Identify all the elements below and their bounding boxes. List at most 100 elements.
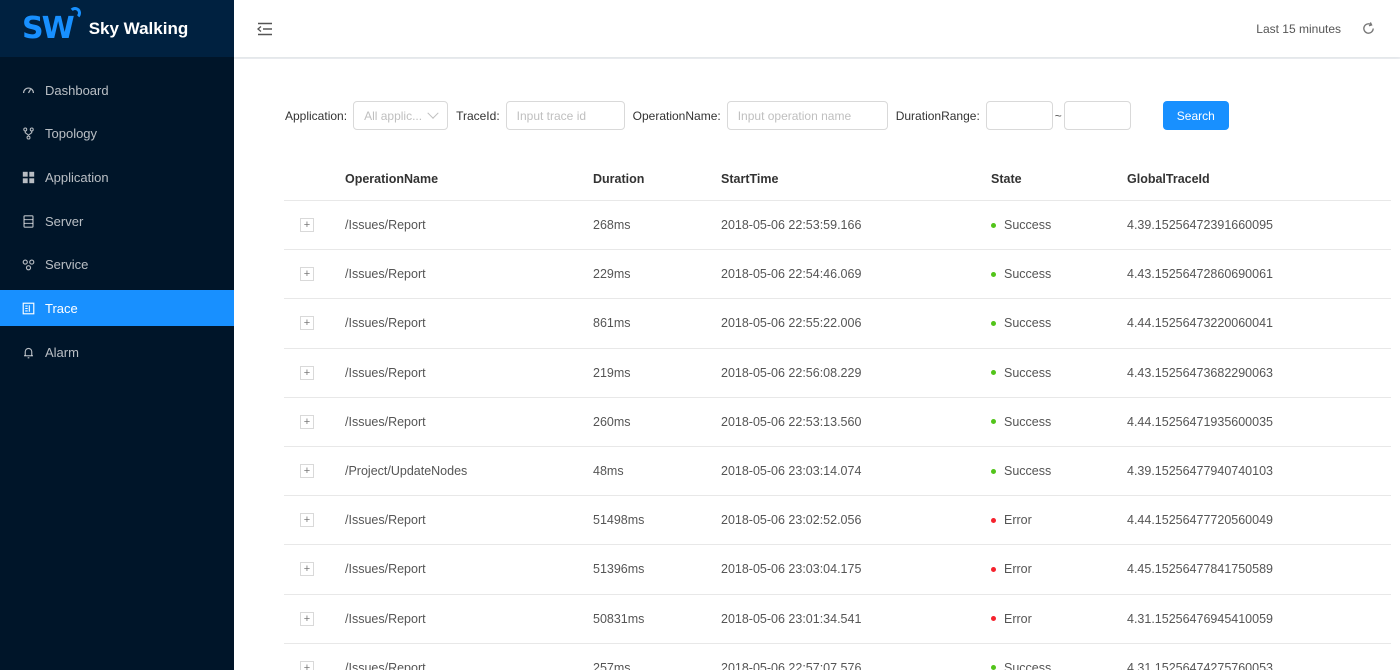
duration-cell: 260ms	[593, 414, 631, 429]
sidebar-item-server[interactable]: Server	[0, 203, 234, 239]
table-row[interactable]: + /Issues/Report 51498ms 2018-05-06 23:02:5…	[284, 496, 1391, 546]
state-label: Success	[1004, 414, 1052, 429]
state-cell: Success	[991, 464, 1127, 478]
global-trace-id-cell[interactable]: 4.45.15256477841750589	[1127, 562, 1391, 576]
sidebar-item-service[interactable]: Service	[0, 247, 234, 283]
global-trace-id-cell[interactable]: 4.44.15256477720560049	[1127, 513, 1391, 527]
expand-row-button[interactable]: +	[300, 316, 314, 331]
sidebar-item-application[interactable]: Application	[0, 159, 234, 195]
operation-name-cell[interactable]: /Issues/Report	[345, 661, 593, 670]
expand-row-button[interactable]: +	[300, 365, 314, 380]
state-label: Error	[1004, 611, 1032, 626]
table-row[interactable]: + /Issues/Report 861ms 2018-05-06 22:55:22.…	[284, 299, 1391, 349]
global-trace-id-cell[interactable]: 4.39.15256472391660095	[1127, 218, 1391, 232]
menu-fold-icon[interactable]	[256, 20, 274, 38]
duration-cell: 51396ms	[593, 562, 645, 577]
operation-name-cell[interactable]: /Issues/Report	[345, 612, 593, 626]
state-label: Success	[1004, 660, 1052, 670]
appstore-icon	[22, 171, 35, 184]
expand-row-button[interactable]: +	[300, 660, 314, 670]
table-row[interactable]: + /Issues/Report 260ms 2018-05-06 22:53:13.…	[284, 398, 1391, 447]
top-header: Last 15 minutes	[234, 0, 1400, 57]
global-trace-id-cell[interactable]: 4.43.15256472860690061	[1127, 267, 1391, 281]
operation-name-cell[interactable]: /Issues/Report	[345, 562, 593, 576]
start-time-cell: 2018-05-06 22:54:46.069	[721, 267, 862, 282]
start-time-cell: 2018-05-06 23:02:52.056	[721, 513, 862, 528]
traceid-input[interactable]	[505, 101, 625, 130]
duration-max-input[interactable]	[1063, 101, 1131, 130]
duration-cell: 229ms	[593, 267, 631, 282]
sidebar-item-label: Server	[45, 213, 84, 229]
duration-separator: ~	[1054, 108, 1062, 123]
operation-name-input[interactable]	[726, 101, 888, 130]
sidebar-item-alarm[interactable]: Alarm	[0, 334, 234, 370]
header-right: Last 15 minutes	[1256, 21, 1376, 36]
start-time-cell: 2018-05-06 23:03:04.175	[721, 562, 862, 577]
table-header: OperationName Duration StartTime State G…	[284, 157, 1391, 201]
table-row[interactable]: + /Issues/Report 51396ms 2018-05-06 23:03:0…	[284, 545, 1391, 595]
sidebar-item-dashboard[interactable]: Dashboard	[0, 72, 234, 108]
global-trace-id-cell[interactable]: 4.44.15256473220060041	[1127, 316, 1391, 330]
global-trace-id-cell[interactable]: 4.31.15256476945410059	[1127, 612, 1391, 626]
table-row[interactable]: + /Issues/Report 50831ms 2018-05-06 23:01:3…	[284, 595, 1391, 644]
state-label: Success	[1004, 365, 1052, 380]
bell-icon	[22, 346, 35, 359]
start-time-cell: 2018-05-06 22:56:08.229	[721, 365, 862, 380]
expand-row-button[interactable]: +	[300, 611, 314, 626]
operation-name-cell[interactable]: /Issues/Report	[345, 316, 593, 330]
state-label: Error	[1004, 562, 1032, 577]
global-trace-id-cell[interactable]: 4.44.15256471935600035	[1127, 415, 1391, 429]
table-row[interactable]: + /Issues/Report 229ms 2018-05-06 22:54:46.…	[284, 250, 1391, 300]
state-cell: Success	[991, 218, 1127, 232]
sidebar-item-label: Trace	[45, 300, 78, 316]
time-range-selector[interactable]: Last 15 minutes	[1256, 22, 1341, 36]
fork-icon	[22, 127, 35, 140]
table-row[interactable]: + /Issues/Report 268ms 2018-05-06 22:53:59.…	[284, 201, 1391, 251]
operation-name-cell[interactable]: /Issues/Report	[345, 366, 593, 380]
expand-row-button[interactable]: +	[300, 414, 314, 429]
logo-area[interactable]: SW Sky Walking	[0, 0, 234, 57]
main-content: Application: All applic... TraceId: Oper…	[234, 59, 1400, 670]
table-row[interactable]: + /Issues/Report 219ms 2018-05-06 22:56:08.…	[284, 349, 1391, 398]
global-trace-id-cell[interactable]: 4.31.15256474275760053	[1127, 661, 1391, 670]
state-label: Success	[1004, 267, 1052, 282]
operation-name-cell[interactable]: /Issues/Report	[345, 267, 593, 281]
expand-row-button[interactable]: +	[300, 464, 314, 479]
table-row[interactable]: + /Issues/Report 257ms 2018-05-06 22:57:07.…	[284, 644, 1391, 670]
status-dot	[991, 665, 996, 670]
global-trace-id-cell[interactable]: 4.43.15256473682290063	[1127, 366, 1391, 380]
column-header-start-time: StartTime	[721, 171, 779, 186]
duration-cell: 50831ms	[593, 611, 645, 626]
operation-name-cell[interactable]: /Issues/Report	[345, 415, 593, 429]
status-dot	[991, 271, 996, 277]
state-label: Success	[1004, 316, 1052, 331]
sidebar-item-topology[interactable]: Topology	[0, 116, 234, 152]
duration-cell: 861ms	[593, 316, 631, 331]
duration-cell: 51498ms	[593, 513, 645, 528]
search-button[interactable]: Search	[1162, 101, 1229, 130]
reload-icon[interactable]	[1361, 21, 1376, 36]
table-row[interactable]: + /Project/UpdateNodes 48ms 2018-05-06 23:0…	[284, 447, 1391, 497]
global-trace-id-cell[interactable]: 4.39.15256477940740103	[1127, 464, 1391, 478]
duration-cell: 268ms	[593, 218, 631, 233]
status-dot	[991, 517, 996, 523]
operation-name-cell[interactable]: /Project/UpdateNodes	[345, 464, 593, 478]
sidebar-menu: Dashboard Topology Application Server Se…	[0, 72, 234, 370]
state-label: Success	[1004, 464, 1052, 479]
sidebar-item-trace[interactable]: Trace	[0, 290, 234, 327]
expand-row-button[interactable]: +	[300, 218, 314, 233]
sidebar: SW Sky Walking Dashboard Topology Applic…	[0, 0, 234, 670]
duration-cell: 257ms	[593, 660, 631, 670]
expand-row-button[interactable]: +	[300, 267, 314, 282]
expand-row-button[interactable]: +	[300, 513, 314, 528]
operation-name-cell[interactable]: /Issues/Report	[345, 218, 593, 232]
expand-row-button[interactable]: +	[300, 562, 314, 577]
dashboard-icon	[22, 84, 35, 97]
duration-min-input[interactable]	[985, 101, 1053, 130]
traceid-label: TraceId:	[456, 108, 500, 123]
operation-name-cell[interactable]: /Issues/Report	[345, 513, 593, 527]
state-cell: Success	[991, 267, 1127, 281]
application-select[interactable]: All applic...	[353, 101, 449, 130]
state-label: Success	[1004, 218, 1052, 233]
status-dot	[991, 468, 996, 474]
